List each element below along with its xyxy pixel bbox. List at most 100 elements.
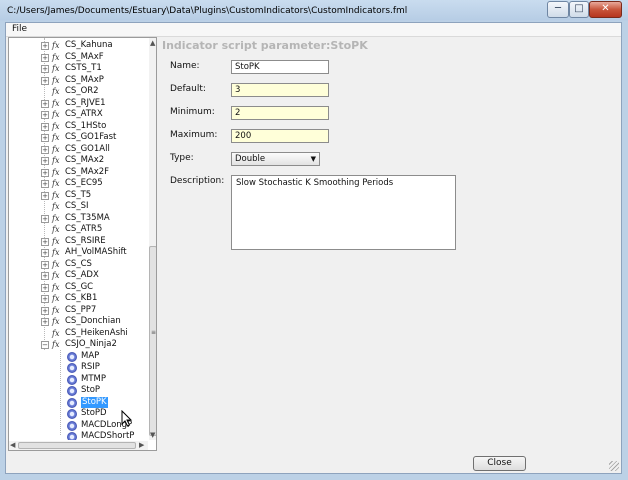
- tree-param-item[interactable]: MACDShortP: [9, 431, 147, 440]
- gear-icon: [67, 420, 77, 431]
- indicator-tree[interactable]: + fx CS_Kahuna + fx CS_MAxF + fx CSTS_T1 + fx CS_MA…: [9, 38, 148, 440]
- expand-icon[interactable]: +: [41, 249, 49, 257]
- tree-item[interactable]: + fx CS_MAxF: [9, 52, 147, 63]
- expand-icon[interactable]: +: [41, 122, 49, 131]
- type-select-value: Double: [235, 154, 266, 164]
- tree-vertical-scrollbar[interactable]: ▲ ≡ ▼: [149, 38, 157, 440]
- tree-item-label: CS_MAx2F: [65, 166, 110, 177]
- tree-item[interactable]: + fx CS_GC: [9, 282, 147, 293]
- default-field[interactable]: 3: [231, 83, 329, 97]
- name-field[interactable]: StoPK: [231, 60, 329, 74]
- tree-item-label: CS_ATR5: [65, 224, 103, 234]
- tree-item[interactable]: + fx CS_RSIRE: [9, 236, 147, 247]
- vertical-scroll-thumb[interactable]: ≡: [149, 246, 157, 436]
- expand-icon[interactable]: +: [41, 145, 49, 154]
- function-icon: fx: [52, 294, 60, 303]
- menu-file[interactable]: File: [12, 24, 27, 34]
- expand-icon[interactable]: +: [41, 214, 49, 223]
- tree-item[interactable]: + fx CS_ATRX: [9, 109, 147, 120]
- expand-icon[interactable]: +: [41, 191, 49, 200]
- minimum-field[interactable]: 2: [231, 106, 329, 120]
- tree-item[interactable]: + fx CS_EC95: [9, 178, 147, 189]
- tree-item[interactable]: − fx CSJO_Ninja2: [9, 339, 147, 350]
- expand-icon[interactable]: +: [41, 306, 49, 315]
- resize-grip-icon[interactable]: [609, 461, 619, 471]
- function-icon: fx: [52, 328, 60, 338]
- expand-icon[interactable]: +: [41, 168, 49, 177]
- tree-horizontal-scrollbar[interactable]: ◀ ▶: [9, 441, 148, 450]
- tree-item[interactable]: + fx CS_T35MA: [9, 213, 147, 224]
- scroll-left-icon[interactable]: ◀: [10, 441, 15, 449]
- expand-icon[interactable]: +: [41, 65, 49, 73]
- maximize-icon: □: [574, 3, 584, 14]
- scroll-right-icon[interactable]: ▶: [139, 441, 144, 449]
- tree-item[interactable]: + fx CS_RJVE1: [9, 98, 147, 109]
- tree-item[interactable]: + fx CS_GO1Fast: [9, 132, 147, 143]
- tree-item[interactable]: + fx CS_GO1All: [9, 144, 147, 155]
- tree-item-label: CS_CS: [65, 258, 92, 269]
- expand-icon[interactable]: +: [41, 295, 49, 303]
- tree-item-label: CS_Donchian: [65, 316, 121, 326]
- function-icon: fx: [52, 167, 60, 177]
- expand-icon[interactable]: +: [41, 157, 49, 165]
- tree-item[interactable]: + fx CS_MAx2: [9, 155, 147, 166]
- tree-param-item[interactable]: MAP: [9, 351, 147, 362]
- tree-item[interactable]: + fx CS_1HSto: [9, 121, 147, 132]
- tree-param-item[interactable]: MTMP: [9, 374, 147, 385]
- type-label: Type:: [170, 153, 194, 163]
- close-button[interactable]: Close: [473, 456, 526, 471]
- main-window: C:/Users/James/Documents/Estuary\Data\Pl…: [0, 0, 628, 480]
- expand-icon[interactable]: +: [41, 272, 49, 280]
- type-select[interactable]: Double ▼: [231, 152, 320, 166]
- tree-param-item[interactable]: RSIP: [9, 362, 147, 373]
- menu-bar: File: [6, 23, 621, 37]
- tree-item-label: CS_ADX: [65, 270, 99, 280]
- tree-item[interactable]: fx CS_OR2: [9, 86, 147, 97]
- function-icon: fx: [52, 75, 60, 85]
- tree-item[interactable]: + fx AH_VolMAShift: [9, 247, 147, 258]
- expand-icon[interactable]: +: [41, 53, 49, 62]
- tree-item[interactable]: + fx CS_PP7: [9, 305, 147, 316]
- scroll-up-icon[interactable]: ▲: [150, 39, 155, 47]
- tree-item[interactable]: + fx CS_Kahuna: [9, 40, 147, 51]
- expand-icon[interactable]: +: [41, 283, 49, 292]
- maximize-button[interactable]: □: [569, 1, 589, 18]
- expand-icon[interactable]: +: [41, 42, 49, 50]
- close-window-button[interactable]: ✕: [589, 1, 622, 18]
- expand-icon[interactable]: +: [41, 76, 49, 85]
- tree-item[interactable]: + fx CS_T5: [9, 190, 147, 201]
- expand-icon[interactable]: +: [41, 237, 49, 246]
- tree-item[interactable]: + fx CS_CS: [9, 259, 147, 270]
- expand-icon[interactable]: +: [41, 260, 49, 269]
- function-icon: fx: [52, 213, 60, 223]
- expand-icon[interactable]: +: [41, 111, 49, 119]
- tree-item[interactable]: fx CS_ATR5: [9, 224, 147, 235]
- horizontal-scroll-thumb[interactable]: [18, 442, 136, 449]
- expand-icon[interactable]: +: [41, 99, 49, 108]
- tree-item[interactable]: fx CS_HeikenAshi: [9, 328, 147, 339]
- tree-item[interactable]: + fx CS_MAx2F: [9, 167, 147, 178]
- tree-item-label: StoPD: [81, 408, 107, 418]
- tree-item[interactable]: + fx CS_KB1: [9, 293, 147, 304]
- tree-param-item[interactable]: StoP: [9, 385, 147, 396]
- description-field[interactable]: Slow Stochastic K Smoothing Periods: [231, 175, 456, 250]
- close-icon: ✕: [601, 3, 610, 14]
- expand-icon[interactable]: +: [41, 318, 49, 326]
- expand-icon[interactable]: +: [41, 134, 49, 142]
- tree-param-item-selected[interactable]: StoPK: [9, 396, 147, 408]
- tree-item[interactable]: + fx CSTS_T1: [9, 63, 147, 74]
- title-bar[interactable]: C:/Users/James/Documents/Estuary\Data\Pl…: [0, 0, 628, 22]
- tree-item-label: StoPK: [81, 396, 108, 408]
- tree-item-label: CS_GO1Fast: [65, 132, 117, 142]
- maximum-field[interactable]: 200: [231, 129, 329, 143]
- expand-icon[interactable]: +: [41, 180, 49, 188]
- minimize-button[interactable]: ─: [547, 1, 569, 18]
- tree-item[interactable]: fx CS_SI: [9, 201, 147, 212]
- grip-icon: ≡: [151, 329, 157, 336]
- tree-item-label: CS_Kahuna: [65, 40, 113, 50]
- tree-item[interactable]: + fx CS_ADX: [9, 270, 147, 281]
- scroll-down-icon[interactable]: ▼: [150, 431, 155, 439]
- tree-item[interactable]: + fx CS_MAxP: [9, 75, 147, 86]
- collapse-icon[interactable]: −: [41, 341, 49, 349]
- tree-item[interactable]: + fx CS_Donchian: [9, 316, 147, 327]
